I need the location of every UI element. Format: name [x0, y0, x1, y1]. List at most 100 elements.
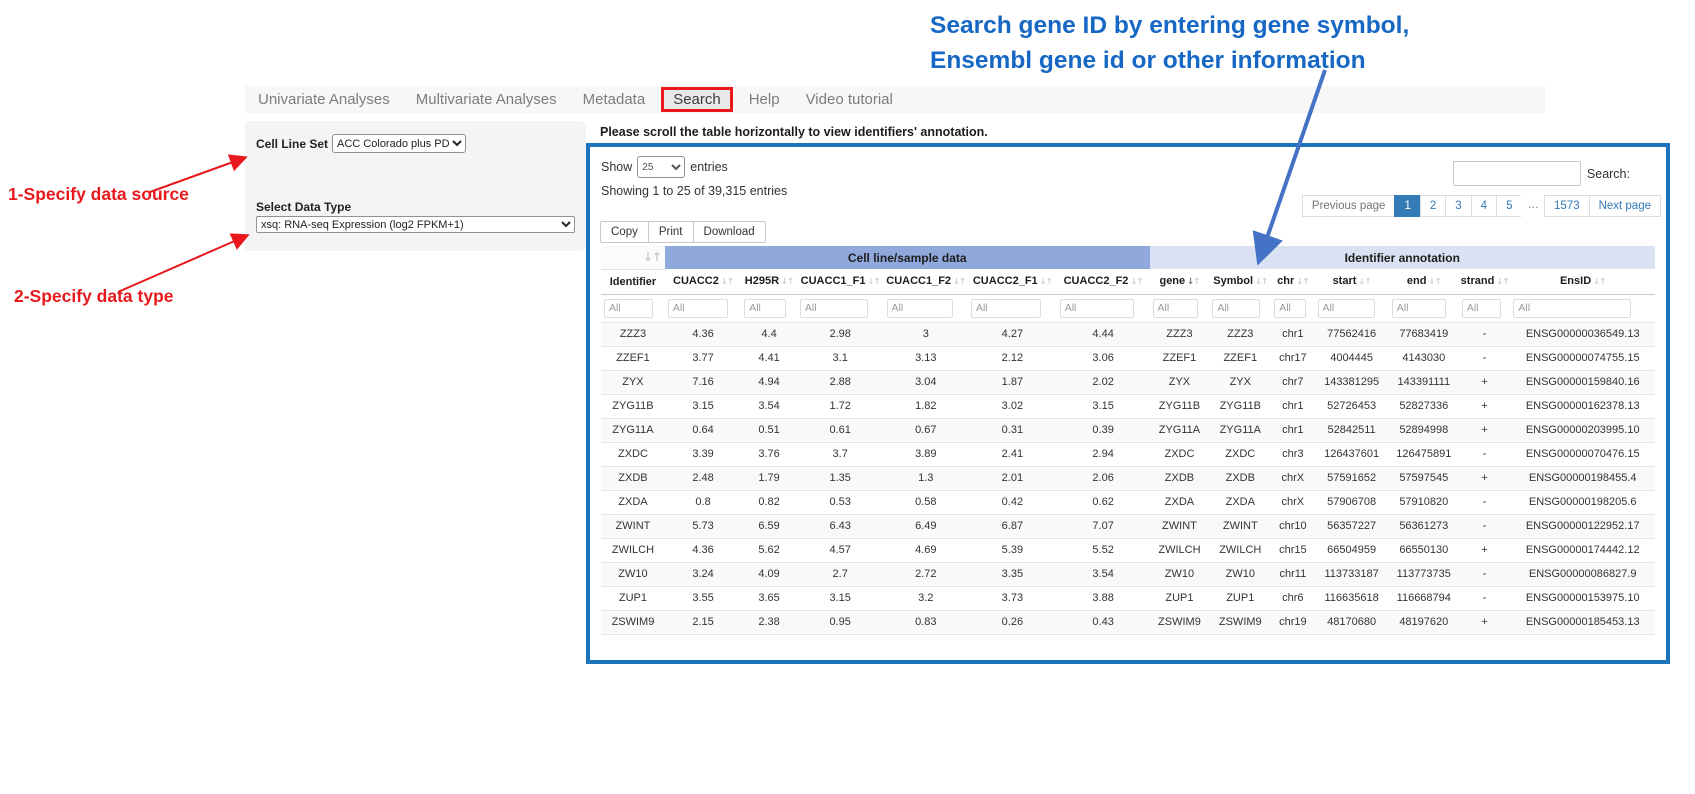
- filter-cell-symbol: [1209, 294, 1271, 322]
- cell-symbol: ZZZ3: [1209, 322, 1271, 346]
- sort-asc-arrow: ↑: [959, 277, 965, 287]
- next-page-button[interactable]: Next page: [1589, 195, 1661, 217]
- table-row: ZXDC3.393.763.73.892.412.94ZXDCZXDCchr31…: [601, 442, 1655, 466]
- sort-asc-arrow: ↑: [1365, 277, 1371, 287]
- column-header-h295r[interactable]: H295R↓↑: [741, 269, 797, 294]
- column-header-strand[interactable]: strand↓↑: [1459, 269, 1511, 294]
- print-button[interactable]: Print: [648, 221, 694, 243]
- column-header-cuacc2-f1[interactable]: CUACC2_F1↓↑: [968, 269, 1057, 294]
- cell-strand: +: [1459, 418, 1511, 442]
- cell-chr: chr6: [1271, 586, 1314, 610]
- cell-start: 52726453: [1315, 394, 1389, 418]
- cell-h295r: 4.09: [741, 562, 797, 586]
- page-length-select[interactable]: 25: [637, 156, 685, 178]
- cell-cuacc2-f2: 5.52: [1057, 538, 1150, 562]
- filter-input-h295r[interactable]: [744, 299, 786, 318]
- cell-chr: chr17: [1271, 346, 1314, 370]
- cell-identifier: ZYG11B: [601, 394, 665, 418]
- cell-cuacc1-f1: 2.98: [797, 322, 884, 346]
- page-button-5[interactable]: 5: [1496, 195, 1522, 217]
- nav-tab-video-tutorial[interactable]: Video tutorial: [793, 91, 906, 108]
- cell-strand: +: [1459, 394, 1511, 418]
- page-button-2[interactable]: 2: [1420, 195, 1446, 217]
- column-header-ensid[interactable]: EnsID↓↑: [1510, 269, 1655, 294]
- export-buttons: CopyPrintDownload: [601, 221, 766, 243]
- filter-input-chr[interactable]: [1274, 299, 1306, 318]
- previous-page-button[interactable]: Previous page: [1302, 195, 1396, 217]
- cell-symbol: ZYX: [1209, 370, 1271, 394]
- column-header-chr[interactable]: chr↓↑: [1271, 269, 1314, 294]
- sort-asc-arrow: ↑: [1502, 277, 1508, 287]
- cell-chr: chr3: [1271, 442, 1314, 466]
- filter-input-strand[interactable]: [1462, 299, 1501, 318]
- page-button-1[interactable]: 1: [1394, 195, 1420, 217]
- column-header-cuacc2-f2[interactable]: CUACC2_F2↓↑: [1057, 269, 1150, 294]
- column-header-cuacc1-f2[interactable]: CUACC1_F2↓↑: [884, 269, 969, 294]
- filter-input-cuacc2-f1[interactable]: [971, 299, 1041, 318]
- sort-asc-arrow: ↑: [1193, 277, 1199, 287]
- data-type-select[interactable]: xsq: RNA-seq Expression (log2 FPKM+1): [256, 216, 575, 233]
- cell-cuacc1-f1: 3.7: [797, 442, 884, 466]
- cell-symbol: ZXDB: [1209, 466, 1271, 490]
- column-header-gene[interactable]: gene↓↑: [1150, 269, 1210, 294]
- cell-end: 57597545: [1389, 466, 1459, 490]
- sort-asc-arrow: ↑: [874, 277, 880, 287]
- cell-start: 143381295: [1315, 370, 1389, 394]
- cell-cuacc2: 0.64: [665, 418, 741, 442]
- cell-end: 52827336: [1389, 394, 1459, 418]
- page-button-4[interactable]: 4: [1471, 195, 1497, 217]
- column-header-cuacc1-f1[interactable]: CUACC1_F1↓↑: [797, 269, 884, 294]
- filter-input-cuacc1-f2[interactable]: [887, 299, 954, 318]
- page-button-1573[interactable]: 1573: [1544, 195, 1590, 217]
- filter-input-identifier[interactable]: [604, 299, 653, 318]
- cell-chr: chrX: [1271, 490, 1314, 514]
- filter-input-end[interactable]: [1392, 299, 1446, 318]
- cell-cuacc2-f1: 4.27: [968, 322, 1057, 346]
- filter-input-cuacc2[interactable]: [668, 299, 728, 318]
- sort-icon: ↓↑: [1496, 277, 1508, 287]
- group-header-sort-cell[interactable]: ↓↑: [601, 246, 665, 269]
- cell-identifier: ZXDC: [601, 442, 665, 466]
- search-input[interactable]: [1453, 161, 1581, 186]
- nav-tab-metadata[interactable]: Metadata: [570, 91, 659, 108]
- cell-cuacc2: 3.77: [665, 346, 741, 370]
- column-header-identifier[interactable]: Identifier: [601, 269, 665, 294]
- cell-cuacc1-f2: 4.69: [884, 538, 969, 562]
- column-header-start[interactable]: start↓↑: [1315, 269, 1389, 294]
- cell-h295r: 3.65: [741, 586, 797, 610]
- pagination: Previous page12345…1573Next page: [1303, 195, 1661, 217]
- filter-input-gene[interactable]: [1153, 299, 1199, 318]
- cell-cuacc2-f1: 1.87: [968, 370, 1057, 394]
- cell-ensid: ENSG00000203995.10: [1510, 418, 1655, 442]
- cell-end: 77683419: [1389, 322, 1459, 346]
- filter-input-start[interactable]: [1318, 299, 1376, 318]
- cell-cuacc2-f1: 2.12: [968, 346, 1057, 370]
- column-header-symbol[interactable]: Symbol↓↑: [1209, 269, 1271, 294]
- table-row: ZW103.244.092.72.723.353.54ZW10ZW10chr11…: [601, 562, 1655, 586]
- cell-strand: -: [1459, 562, 1511, 586]
- page-button-3[interactable]: 3: [1445, 195, 1471, 217]
- download-button[interactable]: Download: [693, 221, 766, 243]
- filter-input-ensid[interactable]: [1513, 299, 1631, 318]
- filter-input-symbol[interactable]: [1212, 299, 1259, 318]
- column-header-cuacc2[interactable]: CUACC2↓↑: [665, 269, 741, 294]
- cell-end: 57910820: [1389, 490, 1459, 514]
- cell-cuacc2: 0.8: [665, 490, 741, 514]
- cell-line-set-select[interactable]: ACC Colorado plus PDX: [332, 134, 466, 153]
- column-header-end[interactable]: end↓↑: [1389, 269, 1459, 294]
- column-header-label: start: [1333, 275, 1357, 287]
- nav-tab-search[interactable]: Search: [661, 87, 733, 112]
- cell-h295r: 2.38: [741, 610, 797, 634]
- cell-cuacc2-f2: 2.06: [1057, 466, 1150, 490]
- cell-line-set-label: Cell Line Set: [256, 137, 328, 151]
- nav-tab-multivariate-analyses[interactable]: Multivariate Analyses: [403, 91, 570, 108]
- cell-gene: ZZEF1: [1150, 346, 1210, 370]
- nav-tab-univariate-analyses[interactable]: Univariate Analyses: [245, 91, 403, 108]
- column-header-label: CUACC2_F2: [1064, 275, 1129, 287]
- search-control: Search:: [1453, 161, 1630, 186]
- copy-button[interactable]: Copy: [600, 221, 649, 243]
- filter-input-cuacc1-f1[interactable]: [800, 299, 869, 318]
- cell-start: 52842511: [1315, 418, 1389, 442]
- filter-input-cuacc2-f2[interactable]: [1060, 299, 1134, 318]
- nav-tab-help[interactable]: Help: [736, 91, 793, 108]
